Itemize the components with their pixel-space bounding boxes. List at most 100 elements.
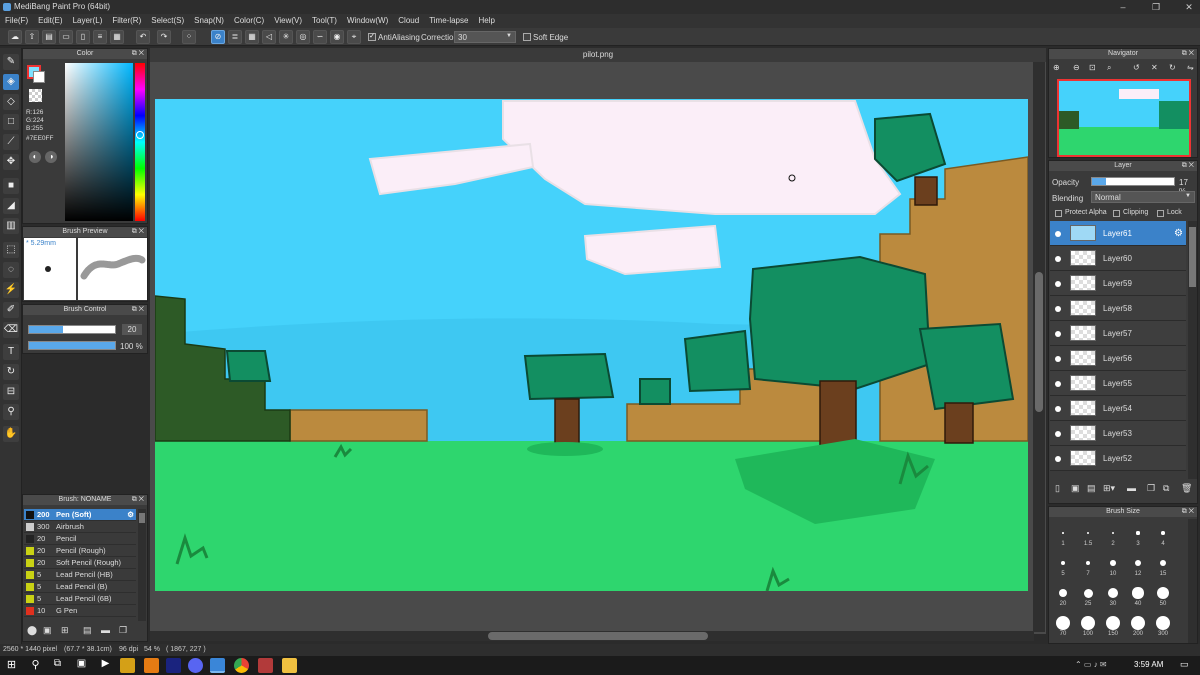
task-view-icon[interactable]: ⧉ (50, 658, 65, 673)
menu-window[interactable]: Window(W) (342, 14, 393, 28)
brush-item-lead-pencil-6b[interactable]: 5 Lead Pencil (6B) (24, 593, 136, 605)
brush-size-dot[interactable] (1062, 532, 1064, 534)
radial-snap-icon[interactable]: ✳ (279, 30, 293, 44)
menu-file[interactable]: File(F) (0, 14, 33, 28)
brush-size-dot[interactable] (1132, 587, 1144, 599)
page-icon[interactable]: ▯ (76, 30, 90, 44)
flip-icon[interactable]: ⇋ (1187, 63, 1194, 72)
brush-size-slider[interactable] (28, 325, 116, 334)
deselect-icon[interactable]: ⁘ (182, 30, 196, 44)
navigator-thumbnail[interactable] (1057, 79, 1191, 157)
zoom-in-icon[interactable]: ⊕ (1053, 63, 1060, 72)
lasso-tool-icon[interactable]: ◌ (3, 262, 19, 278)
eye-icon[interactable] (1055, 456, 1061, 462)
protect-alpha-checkbox[interactable] (1055, 210, 1062, 217)
brush-item-pen-soft[interactable]: 200 Pen (Soft) ⚙ (24, 509, 136, 521)
brush-size-dot[interactable] (1056, 616, 1070, 630)
brush-item-pencil[interactable]: 20 Pencil (24, 533, 136, 545)
menu-layer[interactable]: Layer(L) (68, 14, 108, 28)
cloud-icon[interactable]: ☁ (8, 30, 22, 44)
layer-opacity-slider[interactable] (1091, 177, 1175, 186)
close-icon[interactable]: ⧉ ✕ (132, 305, 144, 315)
hand-tool-icon[interactable]: ✋ (3, 426, 19, 442)
brush-size-dot[interactable] (1108, 588, 1118, 598)
brush-item-lead-pencil-b[interactable]: 5 Lead Pencil (B) (24, 581, 136, 593)
windows-start-icon[interactable]: ⊞ (4, 658, 19, 673)
menu-help[interactable]: Help (473, 14, 499, 28)
gear-icon[interactable]: ⚙ (1174, 228, 1183, 239)
layer-row[interactable]: Layer60 (1050, 246, 1186, 271)
brush-size-dot[interactable] (1161, 531, 1165, 535)
video-app-icon[interactable]: ▶ (98, 658, 113, 673)
perspective-snap-icon[interactable]: ◁ (262, 30, 276, 44)
brush-size-dot[interactable] (1159, 559, 1167, 567)
maximize-icon[interactable]: ❐ (1145, 0, 1167, 14)
scroll-thumb[interactable] (1189, 227, 1196, 287)
share-icon[interactable]: ▤ (42, 30, 56, 44)
discord-icon[interactable] (188, 658, 203, 673)
brush-item-lead-pencil-hb[interactable]: 5 Lead Pencil (HB) (24, 569, 136, 581)
new-layer-icon[interactable]: ▯ (1055, 483, 1060, 494)
new-layer-1bit-icon[interactable]: ▤ (1087, 483, 1096, 494)
canvas-area[interactable] (150, 62, 1046, 634)
select-pen-tool-icon[interactable]: ✐ (3, 302, 19, 318)
close-icon[interactable]: ⧉ ✕ (132, 495, 144, 505)
brush-opacity-slider[interactable] (28, 341, 116, 350)
brush-size-dot[interactable] (1110, 560, 1116, 566)
document-tab[interactable]: pilot.png (150, 48, 1046, 62)
layer-row[interactable]: Layer61 ⚙ (1050, 221, 1186, 246)
curve-snap-icon[interactable]: ∽ (313, 30, 327, 44)
eye-icon[interactable] (1055, 406, 1061, 412)
brush-size-dot[interactable] (1081, 616, 1095, 630)
eye-icon[interactable] (1055, 356, 1061, 362)
fill-rect-tool-icon[interactable]: ■ (3, 178, 19, 194)
close-icon[interactable]: ✕ (1178, 0, 1200, 14)
layer-list-scrollbar[interactable] (1188, 221, 1197, 479)
layer-row[interactable]: Layer54 (1050, 396, 1186, 421)
layer-row[interactable]: Layer59 (1050, 271, 1186, 296)
eye-icon[interactable] (1055, 431, 1061, 437)
menu-view[interactable]: View(V) (269, 14, 307, 28)
background-color-swatch[interactable] (33, 71, 45, 83)
add-brush-icon[interactable]: ⬤ (27, 625, 37, 636)
brush-size-dot[interactable] (1083, 588, 1093, 598)
menu-snap[interactable]: Snap(N) (189, 14, 229, 28)
eyedropper-tool-icon[interactable]: ⚲ (3, 404, 19, 420)
eye-icon[interactable] (1055, 381, 1061, 387)
actual-size-icon[interactable]: ⌕ (1107, 63, 1111, 73)
close-icon[interactable]: ⧉ ✕ (1182, 49, 1194, 59)
layer-row[interactable]: Layer58 (1050, 296, 1186, 321)
menu-tool[interactable]: Tool(T) (307, 14, 342, 28)
search-icon[interactable]: ⚲ (28, 658, 43, 673)
eye-icon[interactable] (1055, 231, 1061, 237)
folder-icon[interactable] (282, 658, 297, 673)
transparent-swatch[interactable] (29, 89, 42, 102)
brush-size-dot[interactable] (1131, 616, 1145, 630)
gradient-tool-icon[interactable]: ▥ (3, 218, 19, 234)
delete-icon[interactable]: 🗑 (1181, 483, 1192, 494)
medibang-icon[interactable] (210, 658, 225, 673)
canvas-horizontal-scrollbar[interactable] (150, 631, 1034, 641)
gear-icon[interactable]: ⚙ (127, 509, 134, 521)
line-tool-icon[interactable]: ⟋ (3, 134, 19, 150)
brush-item-g-pen[interactable]: 10 G Pen (24, 605, 136, 617)
brush-copy-icon[interactable]: ▣ (43, 625, 52, 636)
divide-tool-icon[interactable]: ⊟ (3, 384, 19, 400)
layer-row[interactable]: Layer56 (1050, 346, 1186, 371)
menu-cloud[interactable]: Cloud (393, 14, 424, 28)
menu-edit[interactable]: Edit(E) (33, 14, 67, 28)
comment-icon[interactable]: ▭ (59, 30, 73, 44)
minimize-icon[interactable]: – (1112, 0, 1134, 14)
notification-icon[interactable]: ▭ (1180, 659, 1189, 670)
folder-icon[interactable]: ▬ (101, 625, 110, 635)
folder-icon[interactable]: ▬ (1127, 483, 1136, 493)
menu-select[interactable]: Select(S) (146, 14, 189, 28)
close-icon[interactable]: ⧉ ✕ (132, 227, 144, 237)
select-tool-icon[interactable]: ⬚ (3, 242, 19, 258)
brush-size-dot[interactable] (1134, 559, 1142, 567)
redo-icon[interactable]: ↷ (157, 30, 171, 44)
menu-timelapse[interactable]: Time-lapse (424, 14, 473, 28)
game-icon[interactable] (258, 658, 273, 673)
eye-icon[interactable] (1055, 256, 1061, 262)
brush-size-dot[interactable] (1156, 586, 1170, 600)
